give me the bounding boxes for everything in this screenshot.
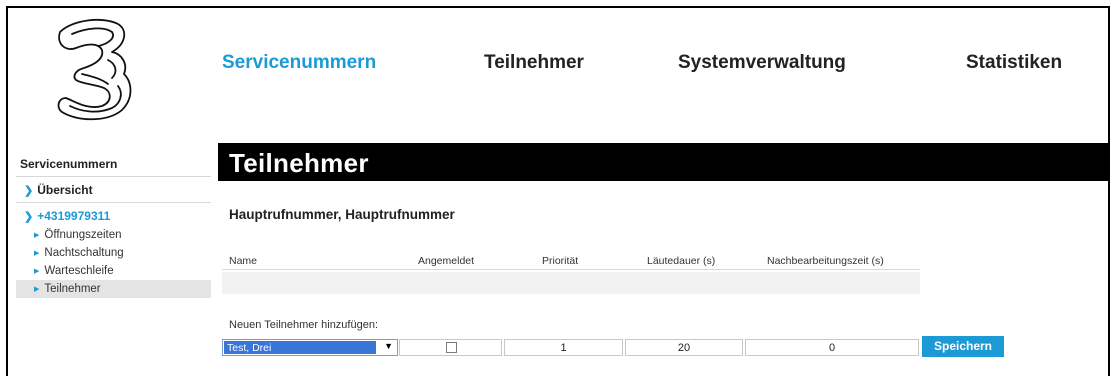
sidebar-subitem-warteschleife[interactable]: ▶ Warteschleife [16, 262, 211, 280]
nav-teilnehmer[interactable]: Teilnehmer [484, 52, 584, 74]
triangle-bullet-icon: ▶ [34, 250, 40, 257]
sidebar-heading: Servicenummern [16, 150, 211, 177]
page-subtitle: Hauptrufnummer, Hauptrufnummer [229, 207, 455, 222]
sidebar-subitem-label: Warteschleife [44, 265, 114, 277]
chevron-right-icon: ❯ [24, 211, 34, 223]
column-header-angemeldet: Angemeldet [418, 255, 475, 267]
logged-in-cell [399, 339, 502, 356]
triangle-bullet-icon: ▶ [34, 286, 40, 293]
triangle-bullet-icon: ▶ [34, 268, 40, 275]
ring-duration-input[interactable]: 20 [625, 339, 743, 356]
sidebar-item-label: +4319979311 [37, 209, 111, 223]
sidebar-submenu: ▶ Öffnungszeiten ▶ Nachtschaltung ▶ Wartesc… [16, 226, 211, 298]
chevron-right-icon: ❯ [24, 185, 34, 197]
nav-systemverwaltung[interactable]: Systemverwaltung [678, 52, 846, 74]
sidebar-item-number[interactable]: ❯ +4319979311 [16, 203, 211, 226]
wrapup-time-input[interactable]: 0 [745, 339, 919, 356]
sidebar-subitem-label: Nachtschaltung [44, 247, 124, 259]
sidebar-item-uebersicht[interactable]: ❯ Übersicht [16, 177, 211, 203]
dropdown-arrow-icon[interactable]: ▼ [384, 341, 393, 351]
nav-statistiken[interactable]: Statistiken [966, 52, 1062, 74]
sidebar-item-label: Übersicht [37, 183, 93, 197]
column-header-name: Name [229, 255, 258, 267]
nav-servicenummern[interactable]: Servicenummern [222, 52, 376, 74]
page-title: Teilnehmer [218, 143, 1110, 181]
sidebar-subitem-label: Öffnungszeiten [44, 229, 122, 241]
save-button[interactable]: Speichern [922, 336, 1004, 357]
sidebar: Servicenummern ❯ Übersicht ❯ +4319979311 ▶… [16, 150, 211, 298]
three-logo[interactable] [46, 14, 136, 124]
table-header: Name Angemeldet Priorität Läutedauer (s)… [222, 250, 920, 270]
sidebar-subitem-label: Teilnehmer [44, 283, 101, 295]
logged-in-checkbox[interactable] [446, 342, 457, 353]
triangle-bullet-icon: ▶ [34, 232, 40, 239]
sidebar-subitem-teilnehmer[interactable]: ▶ Teilnehmer [16, 280, 211, 298]
column-header-laeutedauer: Läutedauer (s) [647, 255, 716, 267]
participant-select[interactable]: Test, Drei ▼ [222, 339, 398, 356]
column-header-prioritaet: Priorität [542, 255, 579, 267]
column-header-nachbearbeitungszeit: Nachbearbeitungszeit (s) [767, 255, 884, 267]
top-navigation: Servicenummern Teilnehmer Systemverwaltu… [222, 52, 1082, 76]
add-participant-label: Neuen Teilnehmer hinzufügen: [229, 319, 379, 331]
table-empty-row [222, 272, 920, 294]
sidebar-subitem-oeffnungszeiten[interactable]: ▶ Öffnungszeiten [16, 226, 211, 244]
sidebar-subitem-nachtschaltung[interactable]: ▶ Nachtschaltung [16, 244, 211, 262]
participant-select-value: Test, Drei [224, 341, 376, 354]
priority-input[interactable]: 1 [504, 339, 623, 356]
